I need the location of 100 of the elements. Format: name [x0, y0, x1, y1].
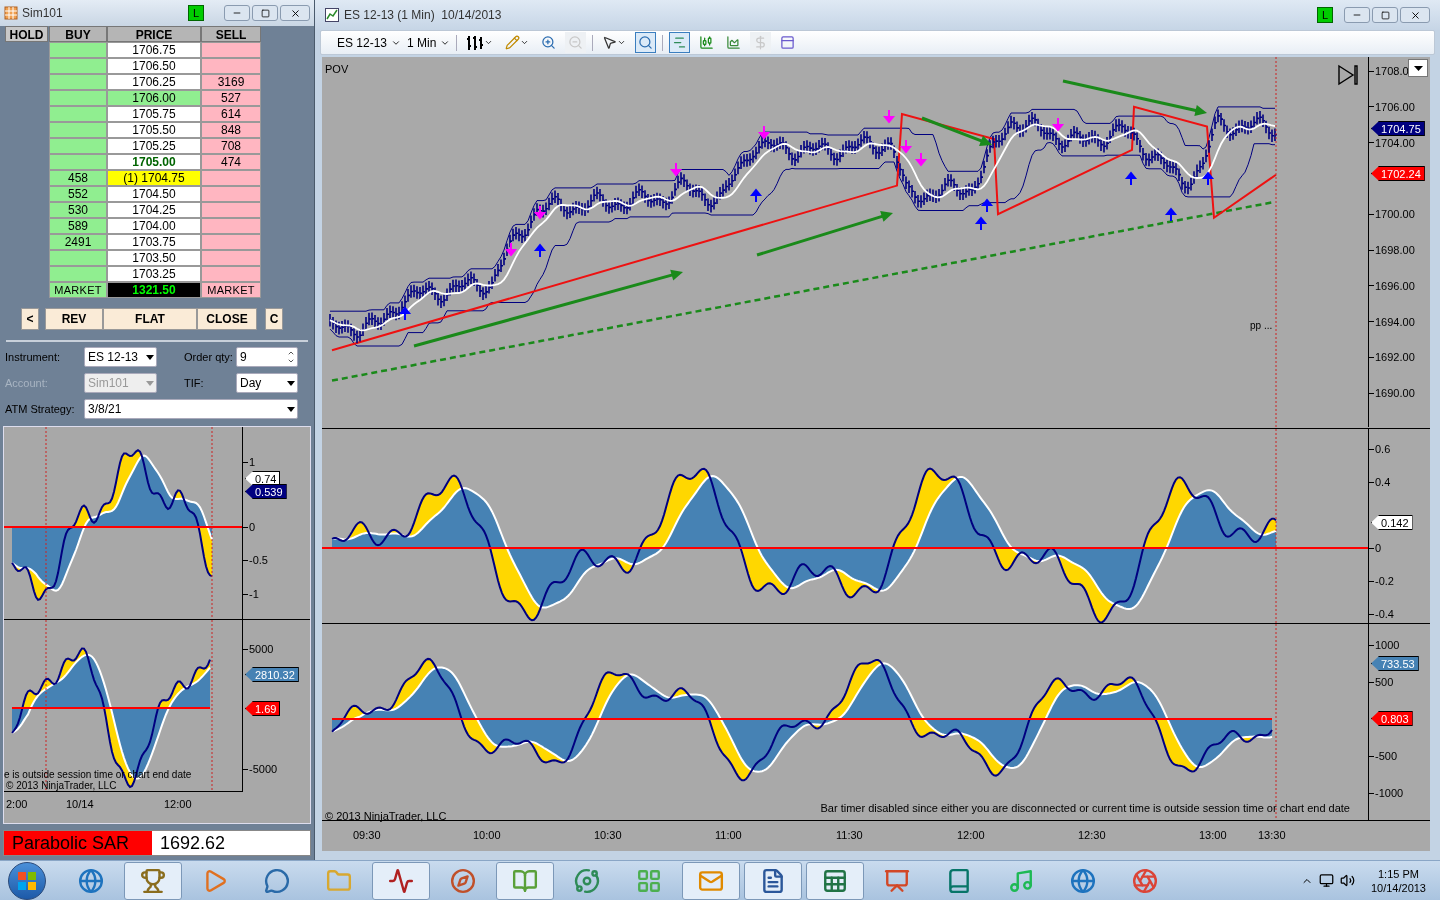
dropdown-button[interactable] [1408, 59, 1428, 77]
up-arrow-icon [976, 216, 986, 231]
order-button[interactable]: C [265, 308, 283, 330]
price-cell: 1706.75 [107, 42, 201, 58]
restore-button[interactable] [252, 5, 278, 21]
price-cell: 1704.50 [107, 186, 201, 202]
bar-chart-icon [466, 34, 485, 51]
zoom-in-icon [541, 35, 557, 50]
grid-icon [4, 6, 18, 20]
taskbar-button[interactable] [806, 861, 864, 900]
increment-icon [287, 349, 295, 357]
bid-cell[interactable]: 530 [49, 202, 107, 218]
close-button[interactable] [280, 5, 310, 21]
ask-cell[interactable]: 3169 [201, 74, 261, 90]
copyright-text: © 2013 NinjaTrader, LLC [6, 779, 117, 793]
bid-cell[interactable]: MARKET [49, 282, 107, 298]
price-tag: 1702.24 [1371, 166, 1425, 181]
bid-cell[interactable] [49, 266, 107, 282]
bid-cell[interactable] [49, 74, 107, 90]
bid-cell[interactable] [49, 122, 107, 138]
ask-cell[interactable] [201, 234, 261, 250]
price-cell: 1706.50 [107, 58, 201, 74]
ask-cell[interactable]: 527 [201, 90, 261, 106]
axis-label: -1 [248, 587, 259, 601]
presentation-icon [884, 867, 910, 894]
dropdown-field[interactable]: Day [236, 373, 298, 393]
time-label: 12:00 [164, 797, 192, 812]
ask-cell[interactable] [201, 250, 261, 266]
network-icon[interactable] [1318, 873, 1334, 888]
taskbar-button[interactable] [496, 861, 554, 900]
trend-arrow [921, 116, 992, 147]
taskbar-button[interactable] [372, 861, 430, 900]
quantity-spinner[interactable]: 9 [236, 347, 298, 367]
bid-cell[interactable] [49, 90, 107, 106]
bid-cell[interactable]: 2491 [49, 234, 107, 250]
order-button[interactable]: REV [45, 308, 103, 330]
price-cell: 1704.00 [107, 218, 201, 234]
bid-cell[interactable] [49, 106, 107, 122]
bid-cell[interactable]: 589 [49, 218, 107, 234]
ask-cell[interactable] [201, 218, 261, 234]
bid-cell[interactable] [49, 154, 107, 170]
restore-icon [1380, 10, 1390, 20]
axis-label: -0.5 [248, 553, 268, 567]
ask-cell[interactable] [201, 42, 261, 58]
caret-icon [520, 38, 530, 47]
ask-cell[interactable] [201, 186, 261, 202]
axis-label: 1698.00 [1374, 243, 1415, 257]
minimize-button[interactable] [1344, 7, 1370, 23]
volume-icon[interactable] [1339, 873, 1355, 888]
ask-cell[interactable]: MARKET [201, 282, 261, 298]
bid-cell[interactable] [49, 138, 107, 154]
up-arrow-icon [1166, 207, 1176, 222]
axis-label: 1692.00 [1374, 350, 1415, 365]
taskbar-button[interactable] [124, 861, 182, 900]
bid-cell[interactable] [49, 250, 107, 266]
restore-button[interactable] [1372, 7, 1398, 23]
axis-label: 1696.00 [1374, 278, 1415, 293]
instrument-dropdown[interactable]: ES 12-13 [337, 33, 402, 52]
status-badge: L [1317, 7, 1333, 23]
ask-cell[interactable]: 848 [201, 122, 261, 138]
taskbar-button[interactable] [744, 861, 802, 900]
caret-icon [617, 38, 627, 47]
down-arrow-icon [1053, 117, 1063, 132]
close-button[interactable] [1400, 7, 1430, 23]
ask-cell[interactable] [201, 58, 261, 74]
close-icon [1409, 9, 1421, 21]
ask-cell[interactable]: 708 [201, 138, 261, 154]
bid-cell[interactable] [49, 42, 107, 58]
interval-dropdown[interactable]: 1 Min [407, 33, 451, 52]
price-cell: 1705.00 [107, 154, 201, 170]
trophy-icon [140, 867, 166, 894]
bid-cell[interactable]: 458 [49, 170, 107, 186]
minimize-button[interactable] [224, 5, 250, 21]
bid-cell[interactable] [49, 58, 107, 74]
price-tag: 733.53 [1371, 656, 1419, 671]
ask-cell[interactable] [201, 202, 261, 218]
start-button[interactable] [8, 861, 46, 900]
document-icon [760, 867, 786, 894]
decrement-icon [287, 357, 295, 365]
ask-cell[interactable]: 614 [201, 106, 261, 122]
book-icon [946, 867, 972, 894]
dropdown-field[interactable]: ES 12-13 [84, 347, 157, 367]
taskbar-button[interactable] [682, 861, 740, 900]
time-label: 13:00 [1199, 828, 1227, 843]
candlestick-icon [699, 35, 715, 50]
dropdown-field[interactable]: 3/8/21 [84, 399, 298, 419]
ask-cell[interactable]: 474 [201, 154, 261, 170]
order-button[interactable]: FLAT [103, 308, 197, 330]
book-icon [512, 867, 538, 894]
price-cell: 1703.75 [107, 234, 201, 250]
pulse-icon [388, 867, 414, 894]
bid-cell[interactable]: 552 [49, 186, 107, 202]
axis-label: -0.4 [1374, 607, 1394, 621]
order-button[interactable]: < [21, 308, 39, 330]
price-tag: 0.539 [245, 484, 287, 499]
ask-cell[interactable] [201, 170, 261, 186]
time-label: 11:30 [836, 828, 863, 843]
scroll-to-end-button[interactable] [1336, 63, 1360, 87]
order-button[interactable]: CLOSE [197, 308, 257, 330]
ask-cell[interactable] [201, 266, 261, 282]
